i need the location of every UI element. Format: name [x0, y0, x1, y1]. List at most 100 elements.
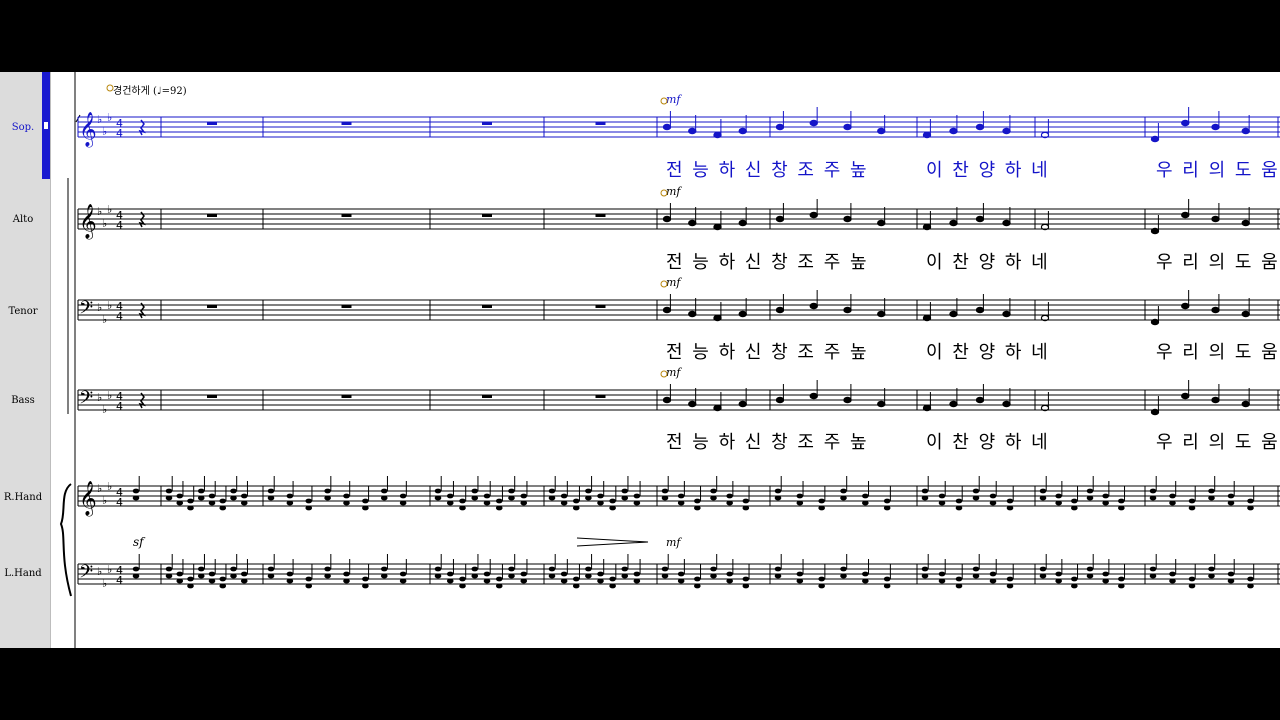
chord-note-head	[132, 573, 140, 579]
chord-note-head	[597, 578, 604, 584]
chord-note-head	[1169, 578, 1176, 584]
chord-note-head	[609, 576, 616, 582]
note-head	[1002, 310, 1011, 318]
note-head	[662, 306, 672, 314]
chord-note-head	[1169, 493, 1176, 499]
staff-label-rhand[interactable]: R.Hand	[0, 492, 46, 503]
chord-note-head	[1247, 576, 1254, 582]
chord-note-head	[483, 571, 491, 577]
chord-note-head	[1039, 566, 1047, 572]
score-canvas[interactable]: 경건하게 (♩=92) 𝄞 ♭ ♭ ♭ 4 4 mf 𝄞 ♭ ♭ ♭ 4 4 mf 𝄢 ♭ ♭ ♭ 4 4 mf 𝄢 ♭ ♭ ♭…	[50, 72, 1280, 648]
chord-note-head	[1039, 488, 1047, 494]
chord-note-head	[694, 576, 701, 582]
chord-note-head	[796, 500, 804, 506]
chord-note-head	[972, 495, 980, 501]
whole-rest	[482, 305, 492, 308]
note-head	[1241, 310, 1250, 318]
score-editor-window: Sop. Alto Tenor Bass R.Hand L.Hand 경건하게 …	[0, 72, 1280, 648]
chord-note-head	[434, 488, 442, 494]
chord-note-head	[483, 493, 491, 499]
chord-note-head	[520, 571, 528, 577]
note-head	[1211, 306, 1220, 314]
whole-rest	[482, 395, 492, 398]
note-head	[713, 404, 722, 412]
chord-note-head	[1188, 498, 1196, 504]
note-head	[662, 123, 672, 131]
chord-note-head	[324, 488, 331, 494]
chord-note-head	[1149, 573, 1157, 579]
chord-note-head	[380, 573, 388, 579]
chord-note-head	[343, 500, 350, 506]
chord-note-head	[219, 505, 227, 511]
flat-sign: ♭	[102, 217, 107, 230]
dynamic-mf: mf	[666, 366, 682, 379]
flat-sign: ♭	[107, 480, 112, 493]
chord-note-head	[187, 576, 194, 582]
chord-note-head	[399, 571, 407, 577]
chord-note-head	[197, 573, 205, 579]
staff-label-bass[interactable]: Bass	[0, 395, 46, 406]
piano-brace	[59, 483, 72, 597]
chord-note-head	[572, 498, 580, 504]
chord-note-head	[1102, 578, 1109, 584]
note-head	[738, 400, 747, 408]
chord-note-head	[176, 578, 184, 584]
chord-note-head	[840, 488, 847, 494]
chord-note-head	[1208, 495, 1215, 501]
chord-note-head	[726, 500, 733, 506]
note-head	[975, 123, 985, 131]
chord-note-head	[677, 493, 685, 499]
chord-note-head	[938, 500, 946, 506]
chord-note-head	[1006, 576, 1014, 582]
chord-note-head	[742, 576, 750, 582]
flat-sign: ♭	[107, 389, 112, 402]
chord-note-head	[508, 573, 515, 579]
note-head	[1241, 127, 1250, 135]
note-head	[688, 310, 697, 318]
lyrics-sop-seg3: 우 리 의 도 움	[1156, 160, 1280, 181]
chord-note-head	[208, 578, 216, 584]
chord-note-head	[1039, 495, 1047, 501]
chord-note-head	[1227, 578, 1235, 584]
chord-note-head	[1208, 566, 1215, 572]
bass-clef: 𝄢	[79, 562, 93, 587]
note-head	[949, 219, 958, 227]
note-head	[949, 400, 958, 408]
chord-note-head	[1071, 576, 1078, 582]
staff-label-alto[interactable]: Alto	[0, 214, 46, 225]
chord-note-head	[633, 571, 641, 577]
note-head	[922, 223, 932, 231]
note-head	[713, 314, 722, 322]
chord-note-head	[972, 488, 980, 494]
time-sig-bottom: 4	[116, 574, 123, 587]
chord-note-head	[230, 495, 237, 501]
chord-note-head	[1247, 505, 1254, 511]
chord-note-head	[1055, 500, 1062, 506]
chord-note-head	[520, 500, 528, 506]
staff-label-sop[interactable]: Sop.	[0, 122, 46, 133]
whole-rest	[482, 214, 492, 217]
note-head	[1211, 123, 1220, 131]
staff-label-tenor[interactable]: Tenor	[0, 306, 46, 317]
dynamic-mf-lhand: mf	[666, 536, 682, 549]
whole-rest	[341, 395, 352, 398]
chord-note-head	[197, 566, 205, 572]
chord-note-head	[1039, 573, 1047, 579]
chord-note-head	[726, 571, 733, 577]
chord-note-head	[495, 583, 503, 589]
staff-label-lhand[interactable]: L.Hand	[0, 568, 46, 579]
dynamic-mf: mf	[666, 93, 682, 106]
chord-note-head	[585, 488, 592, 494]
chord-note-head	[399, 578, 407, 584]
chord-note-head	[187, 583, 194, 589]
score-notation[interactable]: 𝄞 ♭♭♭ 44mf𝄞 ♭♭♭ 44mf𝄢 ♭♭♭ 44mf𝄢 ♭♭♭ 44mf𝄞 ♭♭♭ 44𝄢 ♭…	[50, 72, 1280, 648]
chord-note-head	[446, 493, 454, 499]
chord-note-head	[661, 495, 669, 501]
chord-note-head	[165, 566, 173, 572]
chord-note-head	[633, 493, 641, 499]
chord-note-head	[362, 576, 369, 582]
chord-note-head	[208, 493, 216, 499]
chord-note-head	[609, 498, 616, 504]
chord-note-head	[883, 576, 891, 582]
note-head	[738, 219, 747, 227]
